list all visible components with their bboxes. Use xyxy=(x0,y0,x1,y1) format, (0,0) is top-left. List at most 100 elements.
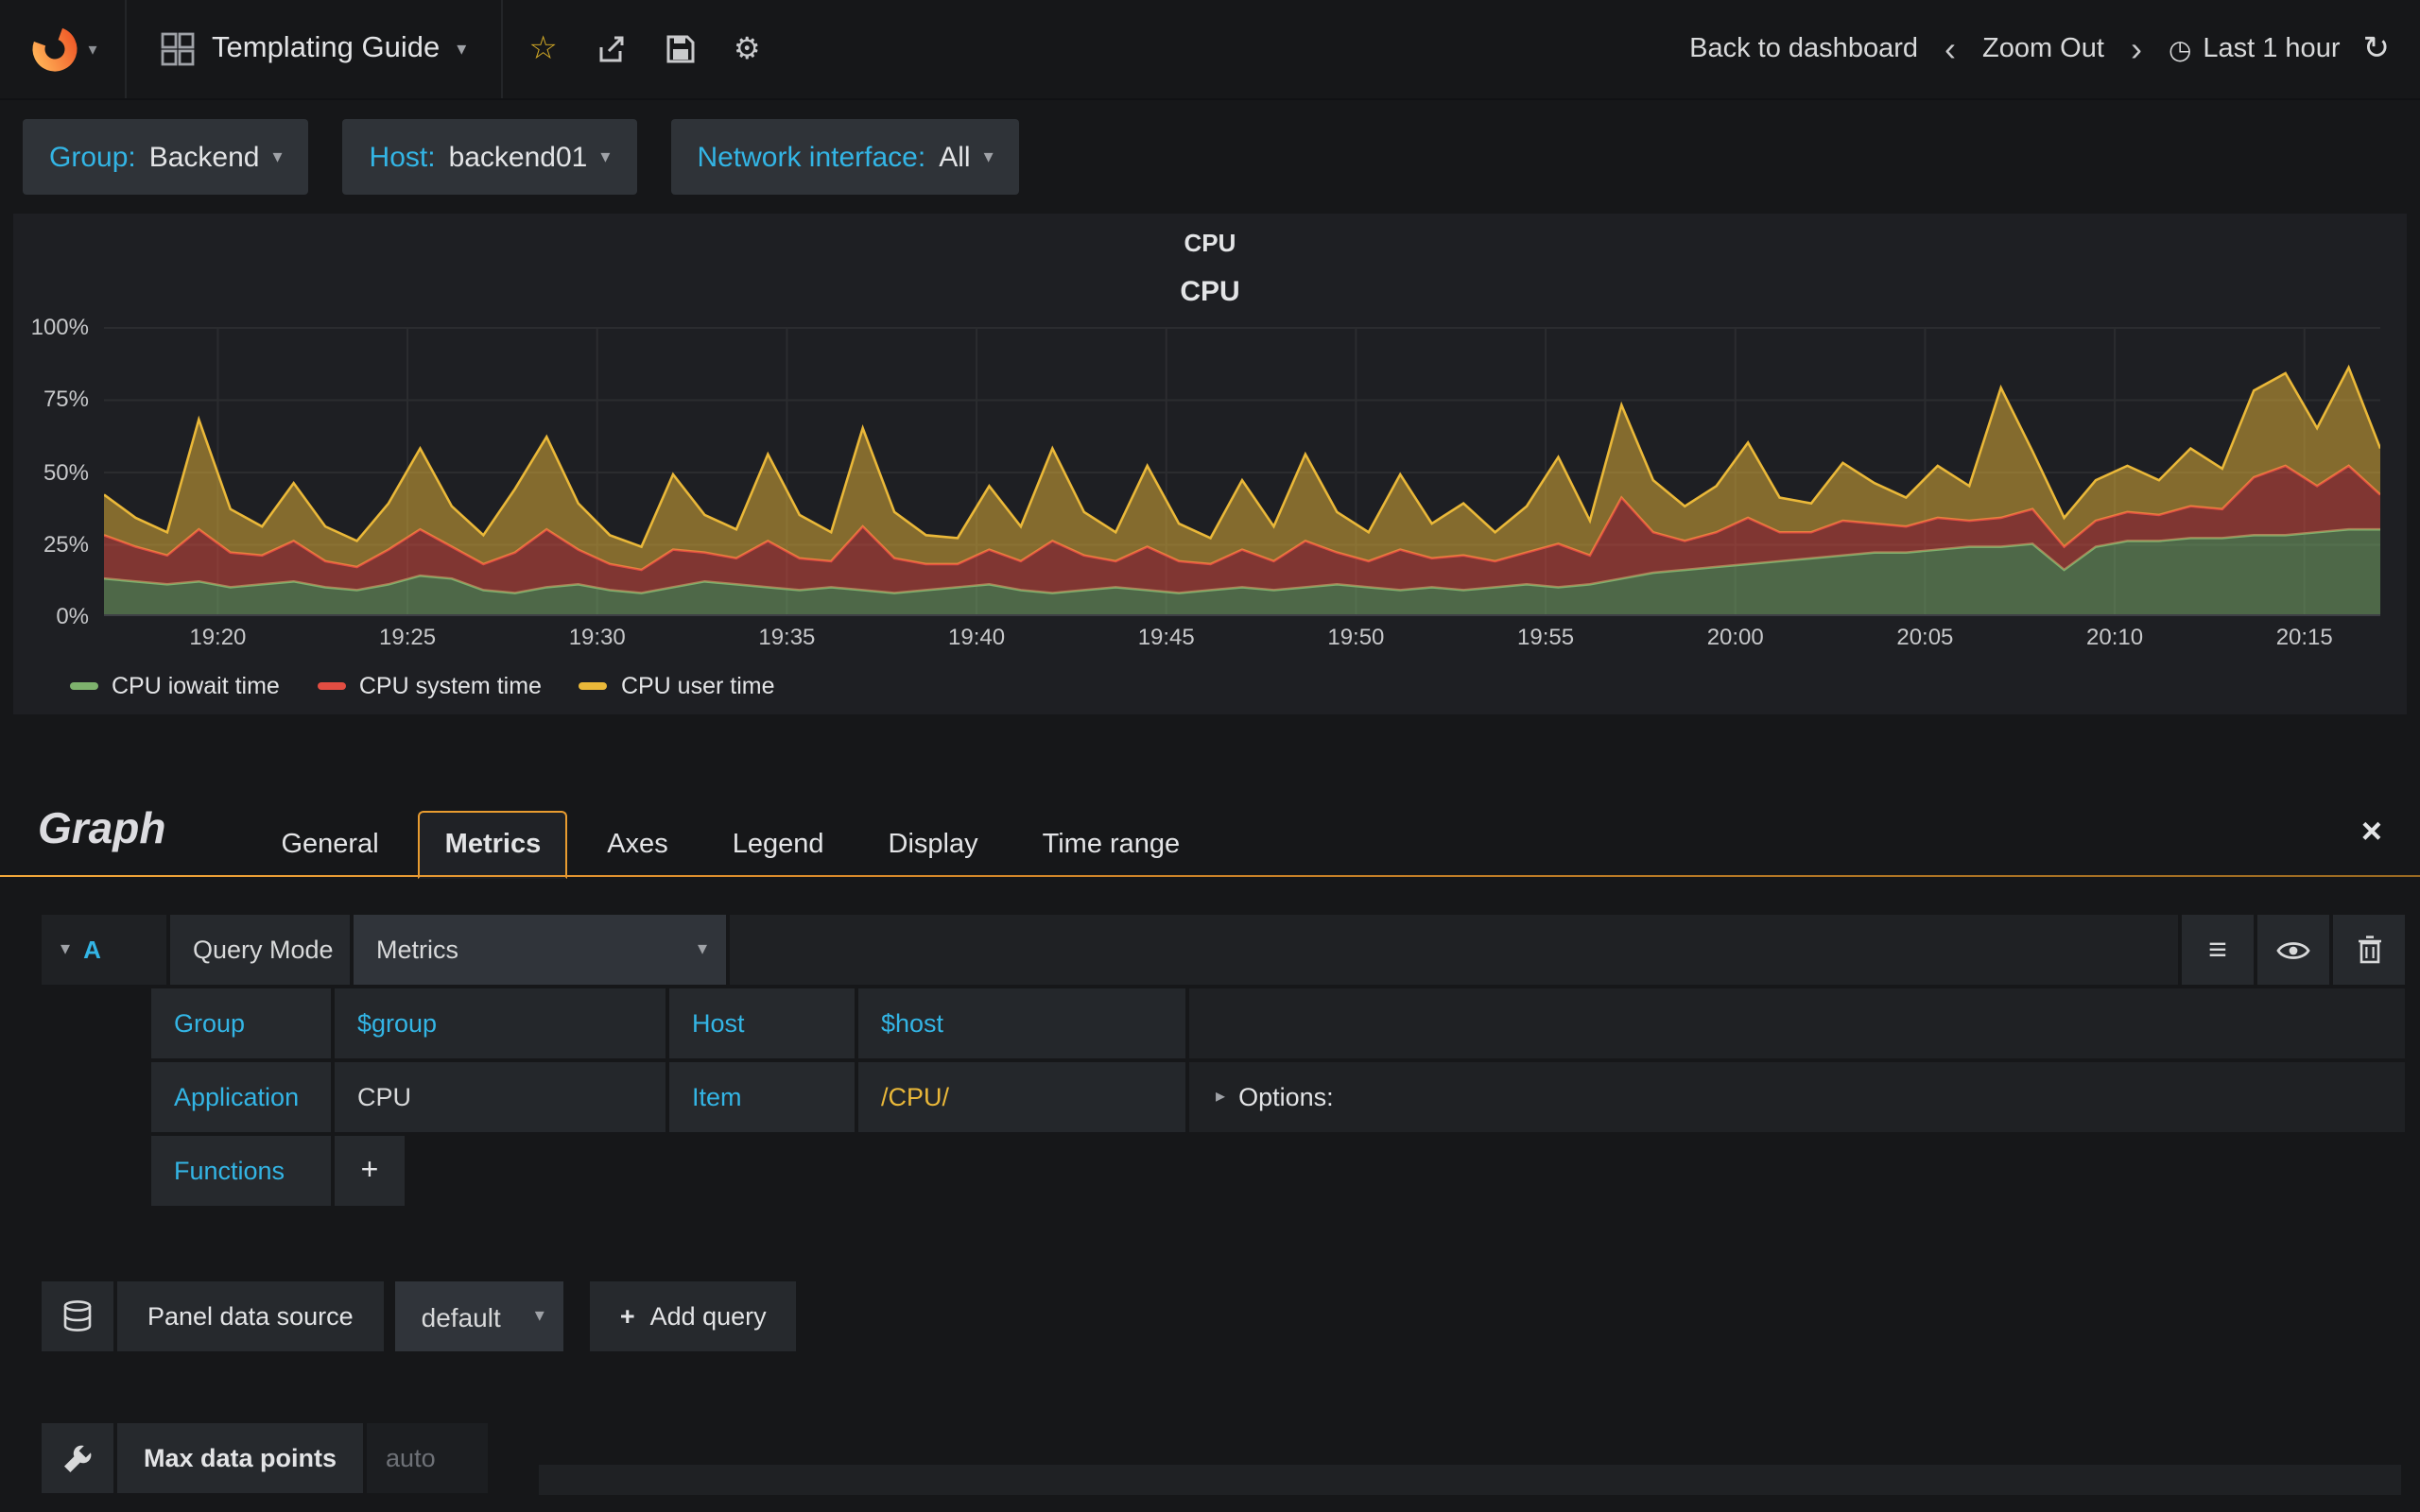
hamburger-icon: ≡ xyxy=(2208,931,2227,967)
gear-icon: ⚙ xyxy=(733,34,761,66)
cpu-graph-panel: CPU CPU 100% 75% 50% 25% 0% 19:20 19:25 19… xyxy=(13,214,2407,714)
add-function-button[interactable]: + xyxy=(335,1136,405,1206)
settings-button[interactable]: ⚙ xyxy=(715,0,780,98)
group-field xyxy=(335,988,666,1058)
item-input[interactable] xyxy=(858,1062,1185,1132)
query-row-spacer xyxy=(730,915,2178,985)
query-menu-button[interactable]: ≡ xyxy=(2182,915,2254,985)
share-button[interactable] xyxy=(577,0,647,98)
star-button[interactable]: ☆ xyxy=(510,0,577,98)
chevron-down-icon: ▾ xyxy=(600,146,611,167)
close-editor-button[interactable]: × xyxy=(2361,813,2382,877)
query-mode-value: Metrics xyxy=(376,936,458,964)
navbar-divider xyxy=(500,0,503,98)
chevron-left-icon: ‹ xyxy=(1945,30,1956,68)
query-row-group-host: Group Host xyxy=(151,988,2405,1058)
tab-display[interactable]: Display xyxy=(864,813,1003,877)
legend-label: CPU user time xyxy=(620,673,775,699)
variable-value: backend01 xyxy=(448,141,588,173)
query-row-application-item: Application Item ▸ Options: xyxy=(151,1062,2405,1132)
application-field-label: Application xyxy=(151,1062,331,1132)
time-range-label: Last 1 hour xyxy=(2203,34,2341,64)
variable-dropdown-network-interface[interactable]: Network interface: All ▾ xyxy=(670,119,1020,195)
query-toggle-visibility-button[interactable] xyxy=(2257,915,2329,985)
max-data-points-label: Max data points xyxy=(117,1423,364,1493)
item-field-label: Item xyxy=(669,1062,855,1132)
collapse-caret-icon: ▾ xyxy=(60,939,71,960)
x-tick-label: 19:40 xyxy=(948,624,1006,650)
time-range-picker-button[interactable]: ◷ Last 1 hour xyxy=(2169,33,2341,65)
top-navbar: ▾ Templating Guide ▾ ☆ ⚙ Back to dashboa… xyxy=(0,0,2420,100)
variable-label: Host: xyxy=(369,141,436,173)
tab-legend[interactable]: Legend xyxy=(708,813,849,877)
editor-tabs: General Metrics Axes Legend Display Time… xyxy=(256,811,1205,879)
legend-item[interactable]: CPU user time xyxy=(579,673,775,699)
dashboard-title-button[interactable]: Templating Guide ▾ xyxy=(127,0,500,98)
grafana-logo-button[interactable]: ▾ xyxy=(0,0,125,98)
application-input[interactable] xyxy=(335,1062,666,1132)
query-collapse-toggle[interactable]: ▾ A xyxy=(42,915,166,985)
functions-label: Functions xyxy=(151,1136,331,1206)
x-tick-label: 20:05 xyxy=(1896,624,1954,650)
zoom-out-button[interactable]: Zoom Out xyxy=(1982,34,2104,64)
query-row-functions: Functions + xyxy=(151,1136,2405,1206)
query-row-spacer xyxy=(1189,988,2405,1058)
group-input[interactable] xyxy=(335,988,666,1058)
y-tick-label: 25% xyxy=(43,530,89,558)
navbar-right: Back to dashboard ‹ Zoom Out › ◷ Last 1 … xyxy=(1689,30,2420,68)
variable-value: All xyxy=(939,141,971,173)
database-icon xyxy=(63,1300,92,1332)
tab-general[interactable]: General xyxy=(256,813,403,877)
add-query-label: Add query xyxy=(649,1302,767,1331)
query-mode-select[interactable]: Metrics ▾ xyxy=(354,915,726,985)
time-shift-back-button[interactable]: ‹ xyxy=(1941,32,1960,66)
x-tick-label: 19:50 xyxy=(1327,624,1385,650)
logo-caret-icon: ▾ xyxy=(88,39,97,58)
panel-data-source-label: Panel data source xyxy=(117,1281,384,1351)
panel-type-label: Graph xyxy=(38,803,166,852)
title-caret-icon: ▾ xyxy=(457,39,467,60)
datasource-icon-cell xyxy=(42,1281,113,1351)
close-icon: × xyxy=(2360,813,2382,852)
cpu-chart[interactable] xyxy=(104,327,2380,616)
variable-label: Group: xyxy=(49,141,136,173)
datasource-select[interactable]: default ▾ xyxy=(394,1281,563,1351)
panel-title[interactable]: CPU xyxy=(13,223,2407,268)
refresh-button[interactable]: ↻ xyxy=(2363,30,2391,68)
y-tick-label: 75% xyxy=(43,386,89,413)
max-data-points-input[interactable] xyxy=(367,1423,489,1493)
navbar-actions: ☆ ⚙ xyxy=(510,0,779,98)
plus-icon: + xyxy=(619,1302,635,1331)
chevron-down-icon: ▾ xyxy=(697,939,707,960)
x-tick-label: 20:10 xyxy=(2086,624,2144,650)
options-toggle[interactable]: ▸ Options: xyxy=(1189,1062,2405,1132)
query-mode-label: Query Mode xyxy=(170,915,350,985)
chart-title: CPU xyxy=(1180,276,1240,308)
grafana-logo-icon xyxy=(31,26,77,72)
chevron-down-icon: ▾ xyxy=(534,1306,544,1327)
query-delete-button[interactable] xyxy=(2333,915,2405,985)
tab-time-range[interactable]: Time range xyxy=(1018,813,1205,877)
legend-item[interactable]: CPU system time xyxy=(317,673,542,699)
add-query-button[interactable]: + Add query xyxy=(589,1281,797,1351)
x-tick-label: 20:15 xyxy=(2275,624,2333,650)
save-button[interactable] xyxy=(647,0,715,98)
time-shift-forward-button[interactable]: › xyxy=(2127,32,2146,66)
dashboard-title: Templating Guide xyxy=(212,32,441,64)
query-letter: A xyxy=(83,936,101,964)
legend-label: CPU iowait time xyxy=(112,673,280,699)
tab-metrics[interactable]: Metrics xyxy=(418,811,568,879)
variable-dropdown-host[interactable]: Host: backend01 ▾ xyxy=(342,119,637,195)
x-tick-label: 19:20 xyxy=(189,624,247,650)
host-input[interactable] xyxy=(858,988,1185,1058)
tab-axes[interactable]: Axes xyxy=(582,813,693,877)
x-axis: 19:20 19:25 19:30 19:35 19:40 19:45 19:50 19:55… xyxy=(104,624,2380,658)
legend-item[interactable]: CPU iowait time xyxy=(70,673,280,699)
back-to-dashboard-button[interactable]: Back to dashboard xyxy=(1689,34,1918,64)
variable-dropdown-group[interactable]: Group: Backend ▾ xyxy=(23,119,309,195)
query-row-mode: ▾ A Query Mode Metrics ▾ ≡ xyxy=(42,915,2405,985)
y-tick-label: 0% xyxy=(56,603,89,629)
y-tick-label: 100% xyxy=(30,314,89,340)
x-tick-label: 19:45 xyxy=(1137,624,1195,650)
max-data-points-field xyxy=(367,1423,489,1493)
